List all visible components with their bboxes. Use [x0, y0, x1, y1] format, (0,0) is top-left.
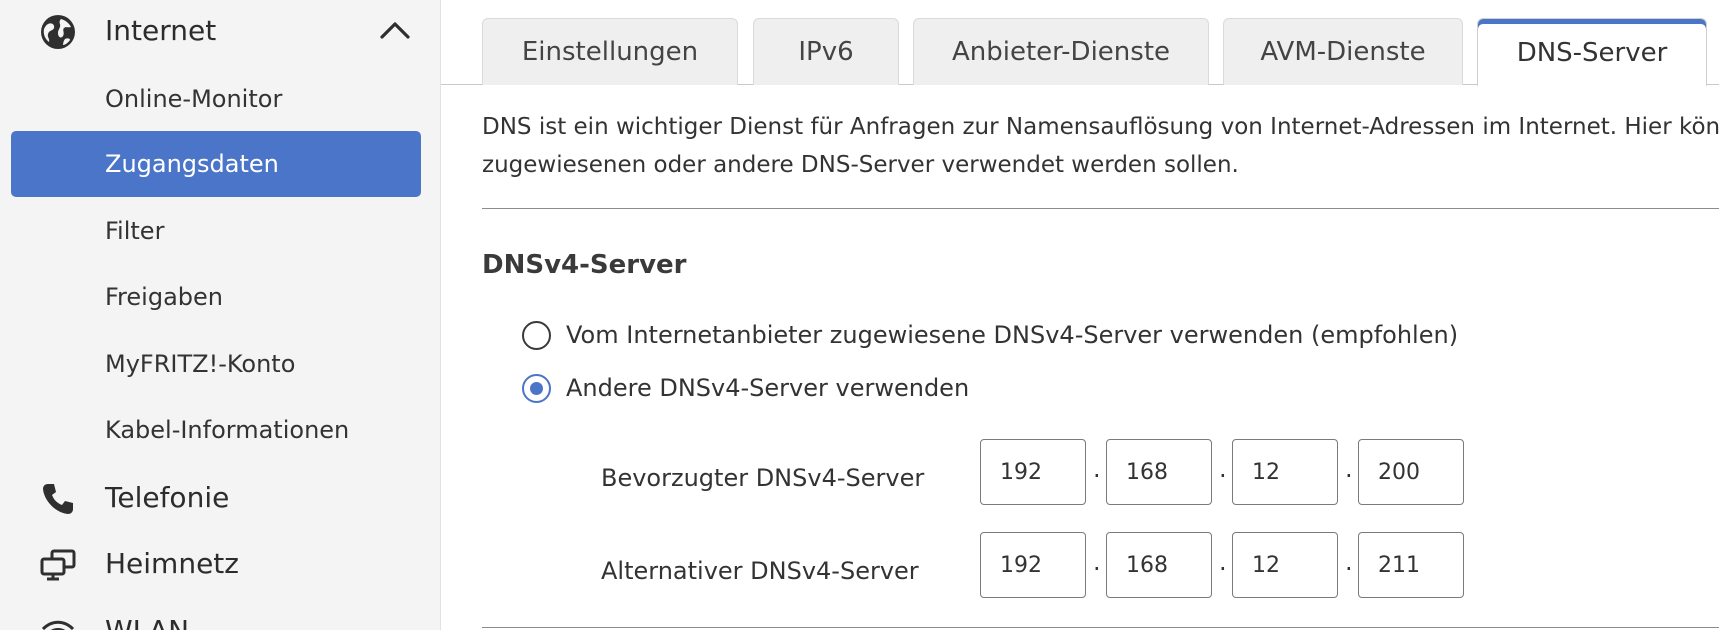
- alternative-dns-octet-1[interactable]: [980, 532, 1086, 598]
- sidebar-section-wlan[interactable]: WLAN: [0, 600, 440, 630]
- description-line: zugewiesenen oder andere DNS-Server verw…: [482, 152, 1239, 178]
- ip-separator: .: [1345, 455, 1353, 483]
- wifi-icon: [38, 614, 78, 630]
- alternative-dns-label: Alternativer DNSv4-Server: [601, 557, 919, 585]
- alternative-dns-octet-3[interactable]: [1232, 532, 1338, 598]
- sidebar-item-label: Kabel-Informationen: [105, 416, 350, 444]
- sidebar-section-label: Internet: [105, 13, 217, 47]
- page-description: DNS ist ein wichtiger Dienst für Anfrage…: [482, 108, 1719, 184]
- ip-separator: .: [1093, 455, 1101, 483]
- tab-avm-dienste[interactable]: AVM-Dienste: [1223, 18, 1463, 85]
- radio-button-checked[interactable]: [522, 373, 551, 403]
- sidebar-section-telefonie[interactable]: Telefonie: [0, 467, 440, 527]
- sidebar-item-filter[interactable]: Filter: [11, 198, 421, 264]
- preferred-dns-label: Bevorzugter DNSv4-Server: [601, 464, 925, 492]
- sidebar-item-label: MyFRITZ!-Konto: [105, 350, 296, 378]
- sidebar-item-myfritz-konto[interactable]: MyFRITZ!-Konto: [11, 331, 421, 397]
- sidebar-item-freigaben[interactable]: Freigaben: [11, 264, 421, 330]
- sidebar-item-label: Filter: [105, 217, 165, 245]
- sidebar-section-label: Telefonie: [105, 480, 230, 514]
- radio-label: Andere DNSv4-Server verwenden: [566, 374, 970, 402]
- description-line: DNS ist ein wichtiger Dienst für Anfrage…: [482, 114, 1719, 140]
- sidebar-item-label: Zugangsdaten: [105, 150, 279, 178]
- divider: [482, 627, 1719, 628]
- phone-icon: [38, 481, 78, 517]
- radio-label: Vom Internetanbieter zugewiesene DNSv4-S…: [566, 321, 1459, 349]
- tab-ipv6[interactable]: IPv6: [753, 18, 899, 85]
- preferred-dns-octet-4[interactable]: [1358, 439, 1464, 505]
- sidebar-section-internet[interactable]: Internet: [0, 0, 440, 60]
- ip-separator: .: [1345, 548, 1353, 576]
- chevron-up-icon[interactable]: [378, 17, 412, 43]
- alternative-dns-octet-4[interactable]: [1358, 532, 1464, 598]
- ip-separator: .: [1219, 455, 1227, 483]
- radio-provider-dns[interactable]: Vom Internetanbieter zugewiesene DNSv4-S…: [522, 315, 1458, 355]
- sidebar-item-label: Online-Monitor: [105, 85, 283, 113]
- sidebar-item-online-monitor[interactable]: Online-Monitor: [11, 66, 421, 132]
- sidebar-section-label: WLAN: [105, 613, 190, 630]
- ip-separator: .: [1219, 548, 1227, 576]
- sidebar-section-heimnetz[interactable]: Heimnetz: [0, 533, 440, 593]
- tab-dns-server[interactable]: DNS-Server: [1477, 18, 1707, 86]
- alternative-dns-octet-2[interactable]: [1106, 532, 1212, 598]
- radio-button[interactable]: [522, 320, 551, 350]
- tab-einstellungen[interactable]: Einstellungen: [482, 18, 738, 85]
- tab-bar: Einstellungen IPv6 Anbieter-Dienste AVM-…: [441, 0, 1719, 86]
- sidebar-section-label: Heimnetz: [105, 546, 239, 580]
- radio-other-dns[interactable]: Andere DNSv4-Server verwenden: [522, 368, 969, 408]
- section-title: DNSv4-Server: [482, 250, 687, 280]
- tab-anbieter-dienste[interactable]: Anbieter-Dienste: [913, 18, 1209, 85]
- sidebar-item-label: Freigaben: [105, 283, 223, 311]
- preferred-dns-octet-2[interactable]: [1106, 439, 1212, 505]
- ip-separator: .: [1093, 548, 1101, 576]
- globe-icon: [38, 14, 78, 50]
- monitor-network-icon: [38, 547, 78, 583]
- preferred-dns-octet-1[interactable]: [980, 439, 1086, 505]
- divider: [482, 208, 1719, 209]
- sidebar-item-kabel-informationen[interactable]: Kabel-Informationen: [11, 397, 421, 463]
- sidebar: Internet Online-Monitor Zugangsdaten Fil…: [0, 0, 441, 630]
- fritzbox-ui: Internet Online-Monitor Zugangsdaten Fil…: [0, 0, 1719, 630]
- preferred-dns-octet-3[interactable]: [1232, 439, 1338, 505]
- sidebar-item-zugangsdaten[interactable]: Zugangsdaten: [11, 131, 421, 197]
- main-content: Einstellungen IPv6 Anbieter-Dienste AVM-…: [441, 0, 1719, 630]
